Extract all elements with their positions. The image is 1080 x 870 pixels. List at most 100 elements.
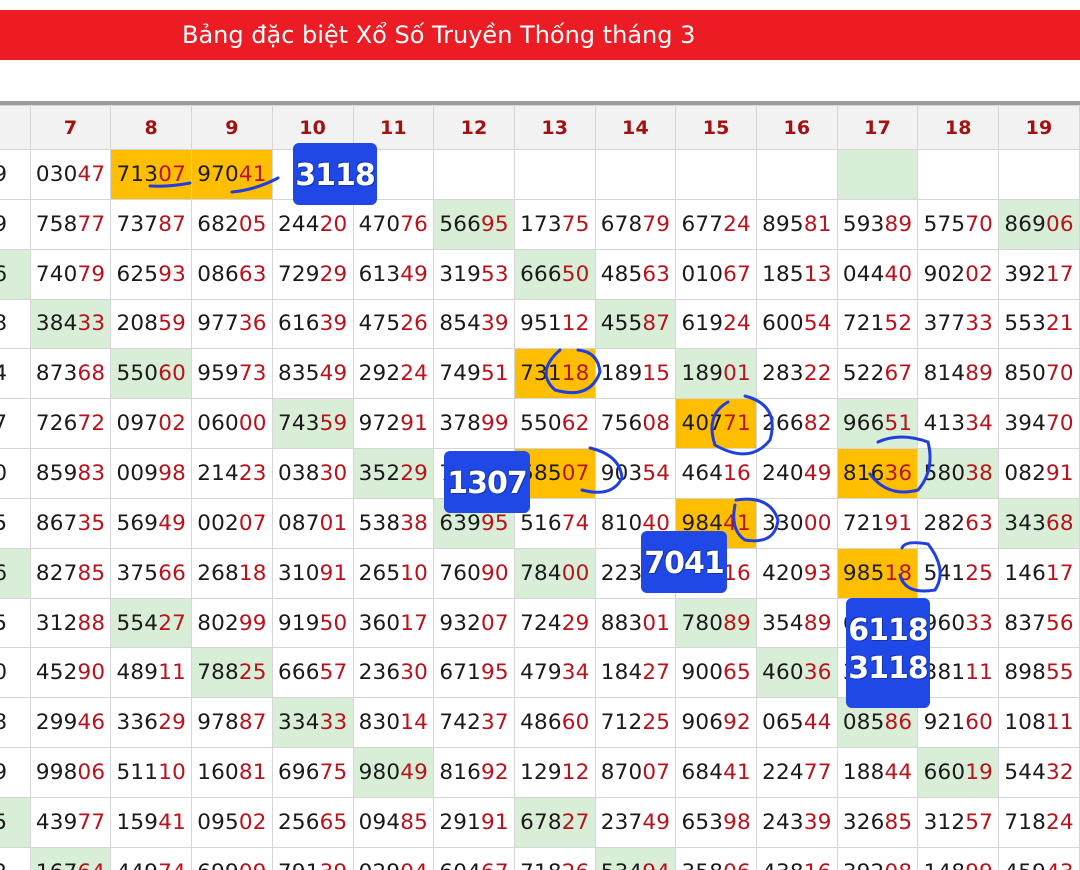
result-cell: 35806 [675, 846, 758, 870]
result-cell: 24420 [271, 198, 354, 250]
result-cell: 69909 [191, 846, 273, 870]
result-tail: 33 [965, 311, 993, 337]
result-prefix: 184 [600, 660, 643, 686]
result-prefix: 522 [842, 361, 885, 387]
result-tail: 59 [319, 411, 348, 437]
result-tail: 07 [642, 760, 671, 786]
result-cell: 71307 [110, 149, 193, 200]
column-header: 16 [756, 105, 838, 150]
result-prefix: 208 [116, 311, 159, 337]
result-prefix: 129 [520, 760, 562, 786]
result-tail: 26 [562, 860, 590, 870]
result-cell: 20859 [110, 298, 193, 350]
table-row: 8531288554278029991950360179320772429883… [0, 597, 1080, 649]
result-cell: 96 [0, 547, 31, 599]
result-cell: 38111 [917, 647, 1000, 699]
result-cell: 32685 [836, 796, 919, 848]
result-prefix: 677 [681, 211, 724, 237]
result-prefix: 160 [197, 760, 239, 786]
result-cell: 95112 [513, 298, 596, 350]
result-tail: 90 [77, 660, 106, 686]
result-tail: 85 [884, 660, 913, 686]
result-prefix: 666 [520, 261, 562, 287]
result-prefix: 479 [520, 660, 562, 686]
result-tail: 60 [965, 710, 993, 736]
result-cell: 00207 [191, 497, 273, 549]
result-cell: 81489 [917, 348, 1000, 400]
result-cell: 61639 [271, 298, 354, 350]
result-cell: 09502 [191, 796, 273, 848]
result-prefix: 699 [197, 860, 239, 870]
result-cell [594, 149, 677, 200]
result-tail: 94 [642, 860, 670, 870]
result-cell: 39 [0, 149, 31, 200]
result-prefix: 900 [681, 660, 724, 686]
result-cell: 24339 [756, 796, 838, 848]
result-tail: 89 [803, 610, 832, 636]
table-row: 9829946336299788733433830147423748660712… [0, 697, 1080, 749]
result-prefix: 343 [1004, 510, 1046, 536]
column-header: 12 [433, 105, 515, 150]
result-tail: 00 [803, 510, 832, 536]
result-prefix: 464 [681, 460, 724, 486]
result-prefix: 060 [197, 411, 239, 437]
result-tail: 00 [561, 560, 590, 586]
result-cell: 43977 [29, 796, 112, 848]
result-prefix: 085 [842, 710, 885, 736]
result-tail: 90 [481, 560, 509, 586]
result-cell: 23630 [352, 647, 435, 699]
result-cell: 72929 [271, 248, 354, 300]
result-cell: 16764 [29, 846, 112, 870]
result-prefix: 639 [439, 510, 481, 536]
result-tail: 11 [965, 660, 993, 686]
result-prefix: 978 [197, 710, 239, 736]
result-cell: 91950 [271, 597, 354, 649]
result-prefix: 146 [1004, 560, 1046, 586]
results-table: 7891011121314151617181939030477130797041… [0, 105, 1080, 870]
result-cell: 87368 [29, 348, 112, 400]
result-prefix: 544 [1004, 760, 1046, 786]
result-cell: 93207 [433, 597, 515, 649]
result-cell: 42093 [756, 547, 838, 599]
result-prefix: 224 [762, 760, 804, 786]
result-tail: 56 [1046, 610, 1074, 636]
result-prefix: 392 [843, 860, 885, 870]
result-tail: 36 [884, 460, 913, 486]
result-prefix: 268 [197, 560, 239, 586]
result-cell: 90692 [675, 697, 758, 749]
result-cell: 07 [0, 398, 31, 450]
result-tail: 49 [400, 760, 429, 786]
result-tail: 13 [803, 261, 832, 287]
result-tail: 79 [642, 211, 671, 237]
result-tail: 74 [561, 510, 590, 536]
result-tail: 10 [400, 560, 429, 586]
result-cell: 02904 [352, 846, 435, 870]
result-tail: 71 [723, 411, 751, 437]
result-cell [271, 149, 354, 200]
result-cell: 65398 [675, 796, 758, 848]
result-prefix: 352 [358, 460, 401, 486]
result-cell: 83014 [352, 697, 435, 749]
result-prefix: 159 [116, 809, 159, 835]
result-tail: 36 [803, 660, 832, 686]
result-prefix: 237 [600, 809, 643, 835]
results-table-container[interactable]: 7891011121314151617181939030477130797041… [0, 105, 1080, 870]
result-tail: 47 [77, 161, 106, 187]
result-cell: 31953 [433, 248, 515, 300]
result-prefix: 743 [277, 411, 320, 437]
result-cell: 66650 [513, 248, 596, 300]
result-cell: 97887 [191, 697, 273, 749]
result-tail: 16 [642, 560, 671, 586]
result-tail: 95 [481, 660, 509, 686]
result-cell: 75877 [29, 198, 112, 250]
result-tail: 51 [481, 361, 509, 387]
result-tail: 82 [803, 411, 832, 437]
result-tail: 00 [238, 411, 267, 437]
result-cell: 36017 [352, 597, 435, 649]
result-cell: 01067 [675, 248, 758, 300]
result-cell: 24049 [756, 448, 838, 499]
result-tail: 91 [319, 560, 348, 586]
result-tail: 72 [77, 411, 106, 437]
result-tail: 85 [77, 560, 106, 586]
result-cell: 22477 [756, 747, 838, 798]
